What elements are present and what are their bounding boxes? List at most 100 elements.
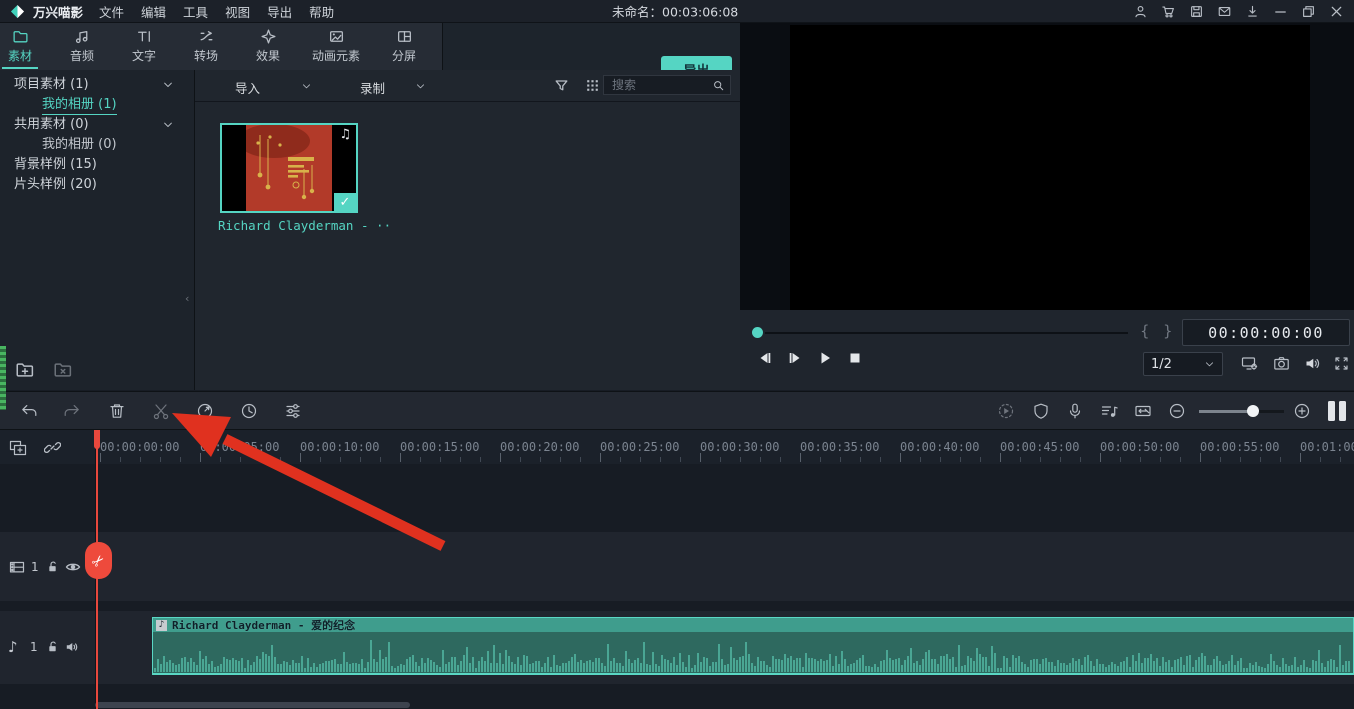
seek-bar[interactable] [765,332,1128,334]
search-icon[interactable] [712,79,725,92]
tab-text[interactable]: 文字 [126,22,162,70]
snapshot-camera-icon[interactable] [1272,354,1291,373]
playback-quality-dropdown[interactable]: 1/2 [1143,352,1223,376]
video-track-row [0,532,1354,601]
new-folder-icon[interactable] [14,360,36,380]
timeline-zoom-slider[interactable] [1199,410,1284,413]
speed-icon[interactable] [195,401,215,421]
media-thumbnail: ♫ ✓ [220,123,358,213]
stop-button[interactable] [846,350,864,366]
marker-icon[interactable] [1031,401,1051,421]
tab-media[interactable]: 素材 [2,22,38,70]
chevron-down-icon[interactable] [162,119,174,131]
ruler-label: 00:00:10:00 [300,440,379,454]
account-icon[interactable] [1133,4,1148,19]
download-icon[interactable] [1245,4,1260,19]
project-title: 未命名：00:03:06:08 [612,2,738,21]
ruler-label: 00:00:50:00 [1100,440,1179,454]
split-scissors-icon[interactable] [151,401,171,421]
lock-open-icon[interactable] [45,559,60,574]
audio-clip[interactable]: ♪ Richard Clayderman - 爱的纪念 [152,617,1354,675]
add-track-icon[interactable] [8,439,28,457]
import-button[interactable]: 导入 [235,78,260,97]
tree-item-background-samples[interactable]: 背景样例 (15) [14,156,97,174]
store-cart-icon[interactable] [1161,4,1176,19]
chevron-down-icon[interactable] [301,81,312,92]
tree-item-my-album-0[interactable]: 我的相册 (0) [42,136,117,154]
split-screen-icon [396,28,413,45]
tree-item-intro-samples[interactable]: 片头样例 (20) [14,176,97,194]
grid-view-icon[interactable] [584,77,601,94]
filter-icon[interactable] [553,77,570,94]
panel-collapse-icon[interactable]: ‹ [185,293,192,304]
render-preview-icon[interactable] [996,401,1016,421]
elements-icon [328,28,345,45]
mark-in-icon[interactable]: { [1140,322,1150,340]
media-item-audio[interactable]: ♫ ✓ Richard Clayderman - ·· [220,123,391,233]
fit-timeline-icon[interactable] [1133,401,1153,421]
delete-folder-icon[interactable] [52,360,74,380]
close-icon[interactable] [1329,4,1344,19]
lock-open-icon[interactable] [45,639,60,654]
ruler-label: 00:00:00:00 [100,440,179,454]
next-frame-button[interactable] [786,350,804,366]
menu-tools[interactable]: 工具 [183,2,208,21]
menu-help[interactable]: 帮助 [309,2,334,21]
restore-icon[interactable] [1301,4,1316,19]
chevron-down-icon[interactable] [415,81,426,92]
menu-view[interactable]: 视图 [225,2,250,21]
save-icon[interactable] [1189,4,1204,19]
display-settings-icon[interactable] [1240,354,1259,373]
tab-effects[interactable]: 效果 [250,22,286,70]
voiceover-mic-icon[interactable] [1065,401,1085,421]
duration-clock-icon[interactable] [239,401,259,421]
timeline-ruler[interactable]: 00:00:00:0000:00:05:0000:00:10:0000:00:1… [95,430,1354,464]
record-button[interactable]: 录制 [360,78,385,97]
playhead-handle[interactable] [94,430,100,449]
mark-out-icon[interactable]: } [1163,322,1173,340]
audio-mixer-icon[interactable] [1099,401,1119,421]
minimize-icon[interactable] [1273,4,1288,19]
tree-item-project-media[interactable]: 项目素材 (1) [14,76,89,94]
menu-export[interactable]: 导出 [267,2,292,21]
tab-audio[interactable]: 音频 [64,22,100,70]
menu-file[interactable]: 文件 [99,2,124,21]
track-visibility-eye-icon[interactable] [64,558,82,576]
drag-handle[interactable] [0,346,6,410]
timeline-zoom-handle[interactable] [1247,405,1259,417]
play-button[interactable] [816,350,834,366]
track-mute-speaker-icon[interactable] [64,639,80,655]
ruler-label: 00:00:15:00 [400,440,479,454]
previous-frame-button[interactable] [756,350,774,366]
panel-layout-icon[interactable] [1328,401,1346,421]
playhead-cut-button[interactable]: ✂ [85,542,112,579]
volume-icon[interactable] [1303,354,1322,373]
menu-edit[interactable]: 编辑 [141,2,166,21]
menu-bar: 万兴喵影 文件 编辑 工具 视图 导出 帮助 未命名：00:03:06:08 [0,0,1354,23]
tab-label: 分屏 [392,47,416,64]
ruler-label: 00:00:55:00 [1200,440,1279,454]
mail-icon[interactable] [1217,4,1232,19]
library-header: 导入 录制 [195,70,740,102]
seek-handle[interactable] [752,327,763,338]
delete-icon[interactable] [107,401,127,421]
tab-elements[interactable]: 动画元素 [312,22,360,70]
chevron-down-icon[interactable] [162,79,174,91]
redo-icon[interactable] [62,401,82,421]
link-icon[interactable] [44,439,61,456]
tab-split-screen[interactable]: 分屏 [386,22,422,70]
tree-item-shared-media[interactable]: 共用素材 (0) [14,116,89,134]
titlebar-icon-group [1133,4,1354,19]
tree-item-my-album-1[interactable]: 我的相册 (1) [42,96,117,115]
tab-transitions[interactable]: 转场 [188,22,224,70]
zoom-in-icon[interactable] [1292,401,1312,421]
undo-icon[interactable] [19,401,39,421]
quality-value: 1/2 [1151,357,1172,372]
ruler-label: 00:00:40:00 [900,440,979,454]
folder-icon [12,28,29,45]
timeline-horizontal-scrollbar[interactable] [95,702,410,708]
fullscreen-icon[interactable] [1332,354,1351,373]
adjust-icon[interactable] [283,401,303,421]
search-input[interactable] [604,78,712,92]
zoom-out-icon[interactable] [1167,401,1187,421]
